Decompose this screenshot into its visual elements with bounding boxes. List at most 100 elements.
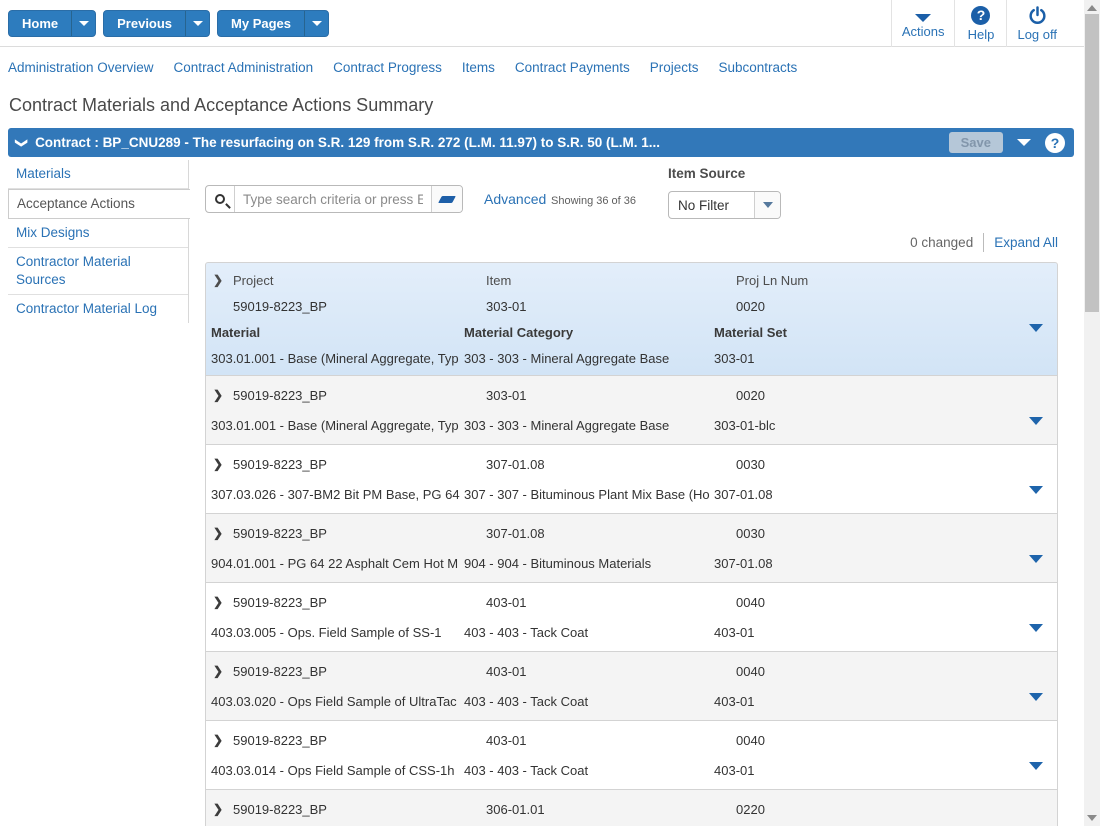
cell-material: 904.01.001 - PG 64 22 Asphalt Cem Hot M	[211, 556, 464, 571]
row-values-line: ❯ 59019-8223_BP 306-01.01 0220	[206, 794, 1057, 824]
row-actions-arrow[interactable]	[1029, 693, 1043, 701]
scroll-up-arrow-icon[interactable]	[1087, 5, 1097, 11]
search-icon-segment	[206, 186, 235, 212]
material-values-line: 403.03.020 - Ops Field Sample of UltraTa…	[206, 686, 1057, 716]
cell-material-category: 403 - 403 - Tack Coat	[464, 694, 714, 709]
utility-menu: Actions ? Help Log off	[891, 0, 1067, 47]
scroll-down-arrow-icon[interactable]	[1087, 815, 1097, 821]
my-pages-dropdown-caret[interactable]	[304, 11, 328, 36]
help-menu[interactable]: ? Help	[954, 0, 1006, 47]
cell-item: 307-01.08	[486, 457, 736, 472]
help-icon: ?	[971, 6, 990, 25]
logoff-menu[interactable]: Log off	[1006, 0, 1067, 47]
cell-material: 307.03.026 - 307-BM2 Bit PM Base, PG 64	[211, 487, 464, 502]
actions-caret-icon	[915, 14, 931, 22]
item-source-select[interactable]: No Filter	[668, 191, 781, 219]
sidebar-item-contractor-material-log[interactable]: Contractor Material Log	[8, 295, 188, 323]
expand-chevron-icon[interactable]: ❯	[213, 595, 233, 609]
previous-button-label: Previous	[104, 11, 185, 36]
nav-contract-administration[interactable]: Contract Administration	[174, 60, 314, 75]
table-row[interactable]: ❯ 59019-8223_BP 303-01 0020 303.01.001 -…	[205, 375, 1058, 445]
cell-proj-ln-num: 0040	[736, 733, 1057, 748]
nav-contract-payments[interactable]: Contract Payments	[515, 60, 630, 75]
row-values-line: ❯ 59019-8223_BP 403-01 0040	[206, 725, 1057, 755]
banner-actions-caret-icon[interactable]	[1017, 139, 1031, 146]
cell-proj-ln-num: 0030	[736, 457, 1057, 472]
cell-proj-ln-num: 0220	[736, 802, 1057, 817]
expand-chevron-icon[interactable]: ❯	[213, 457, 233, 471]
expand-chevron-icon[interactable]: ❯	[213, 388, 233, 402]
cell-material-category: 307 - 307 - Bituminous Plant Mix Base (H…	[464, 487, 714, 502]
divider	[983, 233, 984, 252]
search-box	[205, 185, 463, 213]
expand-chevron-icon[interactable]: ❯	[213, 273, 233, 287]
nav-administration-overview[interactable]: Administration Overview	[8, 60, 154, 75]
home-dropdown-caret[interactable]	[71, 11, 95, 36]
table-row[interactable]: ❯ 59019-8223_BP 307-01.08 0030 307.03.02…	[205, 444, 1058, 514]
row-actions-arrow[interactable]	[1029, 486, 1043, 494]
search-icon	[215, 194, 225, 204]
nav-projects[interactable]: Projects	[650, 60, 699, 75]
previous-dropdown-caret[interactable]	[185, 11, 209, 36]
save-button[interactable]: Save	[949, 132, 1003, 153]
expand-chevron-icon[interactable]: ❯	[213, 526, 233, 540]
my-pages-button[interactable]: My Pages	[217, 10, 329, 37]
cell-item: 306-01.01	[486, 802, 736, 817]
previous-button[interactable]: Previous	[103, 10, 210, 37]
column-header-item: Item	[486, 273, 736, 288]
home-button[interactable]: Home	[8, 10, 96, 37]
sidebar-item-acceptance-actions[interactable]: Acceptance Actions	[8, 189, 190, 219]
search-clear-button[interactable]	[431, 186, 462, 212]
cell-material-set: 403-01	[714, 694, 1057, 709]
material-values-line: 303.01.001 - Base (Mineral Aggregate, Ty…	[206, 410, 1057, 440]
scrollbar-thumb[interactable]	[1085, 14, 1099, 312]
cell-material-set: 303-01-blc	[714, 418, 1057, 433]
table-row[interactable]: ❯ 59019-8223_BP 403-01 0040 403.03.014 -…	[205, 720, 1058, 790]
acceptance-actions-table: ❯ Project Item Proj Ln Num 59019-8223_BP…	[205, 262, 1058, 826]
row-actions-arrow[interactable]	[1029, 324, 1043, 332]
cell-item: 403-01	[486, 595, 736, 610]
nav-contract-progress[interactable]: Contract Progress	[333, 60, 442, 75]
breadcrumb-nav: Administration Overview Contract Adminis…	[8, 48, 797, 86]
select-arrow-segment[interactable]	[754, 192, 780, 218]
table-row[interactable]: ❯ Project Item Proj Ln Num 59019-8223_BP…	[205, 262, 1058, 376]
cell-proj-ln-num: 0040	[736, 664, 1057, 679]
collapse-chevron-icon[interactable]: ❯	[15, 137, 29, 147]
cell-material-category: 403 - 403 - Tack Coat	[464, 763, 714, 778]
cell-material-set: 403-01	[714, 763, 1057, 778]
vertical-scrollbar[interactable]	[1084, 0, 1100, 826]
row-actions-arrow[interactable]	[1029, 555, 1043, 563]
table-row[interactable]: ❯ 59019-8223_BP 306-01.01 0220	[205, 789, 1058, 826]
expand-chevron-icon[interactable]: ❯	[213, 802, 233, 816]
search-input[interactable]	[235, 186, 431, 212]
cell-item: 307-01.08	[486, 526, 736, 541]
eraser-icon	[438, 196, 456, 203]
nav-subcontracts[interactable]: Subcontracts	[719, 60, 798, 75]
table-row[interactable]: ❯ 59019-8223_BP 403-01 0040 403.03.005 -…	[205, 582, 1058, 652]
banner-help-icon[interactable]: ?	[1045, 133, 1065, 153]
caret-down-icon	[312, 21, 322, 26]
row-actions-arrow[interactable]	[1029, 762, 1043, 770]
sidebar-item-contractor-material-sources[interactable]: Contractor Material Sources	[8, 248, 188, 295]
cell-material: 403.03.005 - Ops. Field Sample of SS-1	[211, 625, 464, 640]
expand-all-link[interactable]: Expand All	[994, 235, 1058, 250]
cell-project: 59019-8223_BP	[233, 595, 486, 610]
cell-material-category: 904 - 904 - Bituminous Materials	[464, 556, 714, 571]
cell-project: 59019-8223_BP	[233, 457, 486, 472]
nav-items[interactable]: Items	[462, 60, 495, 75]
row-values-line: ❯ 59019-8223_BP 303-01 0020	[206, 380, 1057, 410]
sidebar-item-mix-designs[interactable]: Mix Designs	[8, 219, 188, 248]
advanced-link[interactable]: Advanced	[484, 191, 546, 207]
row-values-line: ❯ 59019-8223_BP 307-01.08 0030	[206, 518, 1057, 548]
row-actions-arrow[interactable]	[1029, 624, 1043, 632]
expand-chevron-icon[interactable]: ❯	[213, 733, 233, 747]
actions-menu[interactable]: Actions	[891, 0, 955, 47]
cell-material-set: 403-01	[714, 625, 1057, 640]
cell-material: 303.01.001 - Base (Mineral Aggregate, Ty…	[211, 351, 464, 366]
table-row[interactable]: ❯ 59019-8223_BP 403-01 0040 403.03.020 -…	[205, 651, 1058, 721]
expand-chevron-icon[interactable]: ❯	[213, 664, 233, 678]
row-actions-arrow[interactable]	[1029, 417, 1043, 425]
table-row[interactable]: ❯ 59019-8223_BP 307-01.08 0030 904.01.00…	[205, 513, 1058, 583]
cell-proj-ln-num: 0020	[736, 388, 1057, 403]
sidebar-item-materials[interactable]: Materials	[8, 160, 188, 189]
